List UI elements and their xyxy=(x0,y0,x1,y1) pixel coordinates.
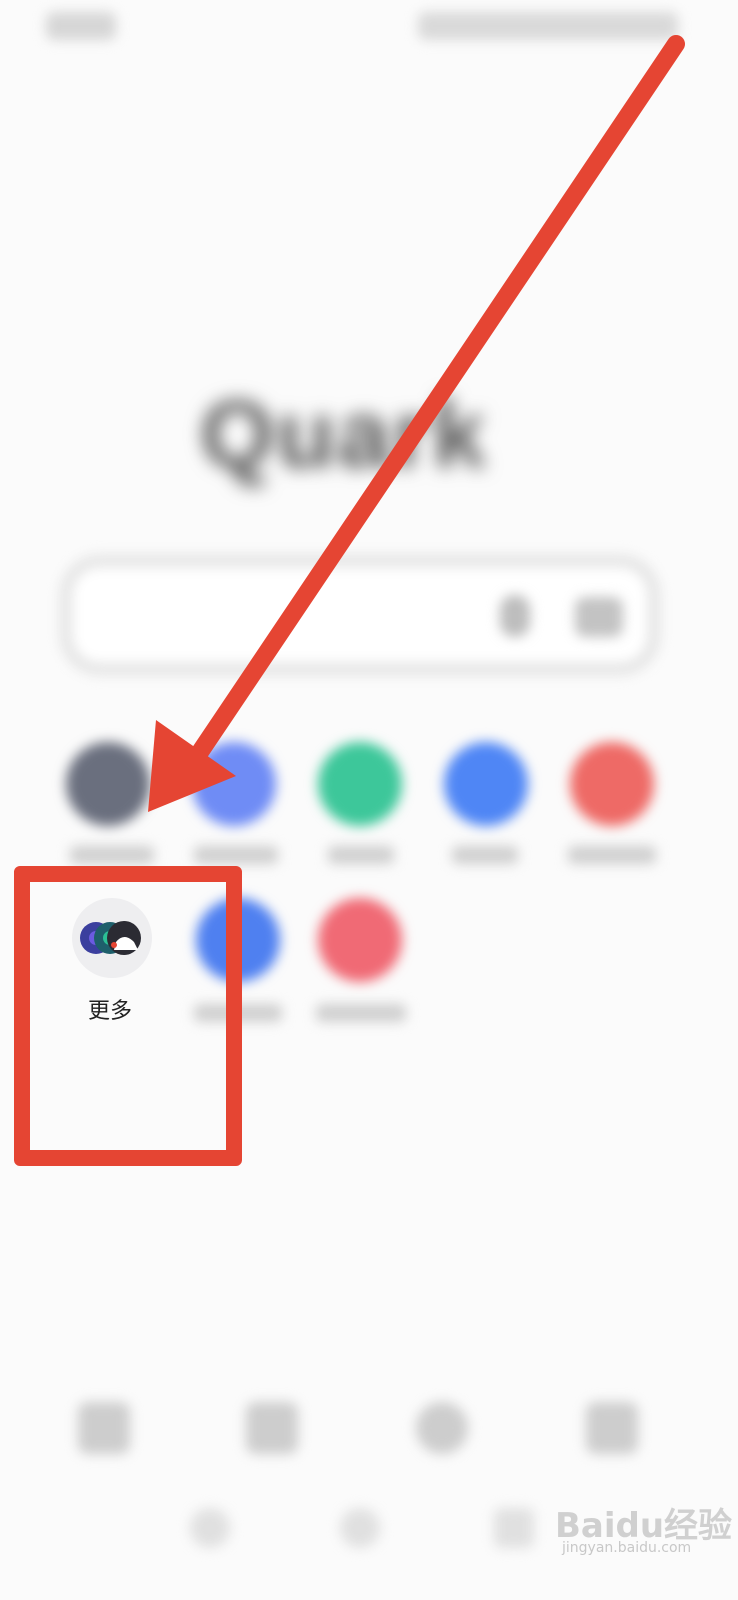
watermark-url: jingyan.baidu.com xyxy=(562,1540,692,1556)
nav-menu-icon[interactable] xyxy=(586,1402,638,1454)
pointer-arrow xyxy=(148,35,685,812)
back-icon[interactable] xyxy=(190,1508,230,1548)
nav-cloud-icon[interactable] xyxy=(416,1402,468,1454)
home-icon[interactable] xyxy=(340,1508,380,1548)
nav-home-icon[interactable] xyxy=(78,1402,130,1454)
nav-tabs-icon[interactable] xyxy=(246,1402,298,1454)
recents-icon[interactable] xyxy=(494,1508,534,1548)
